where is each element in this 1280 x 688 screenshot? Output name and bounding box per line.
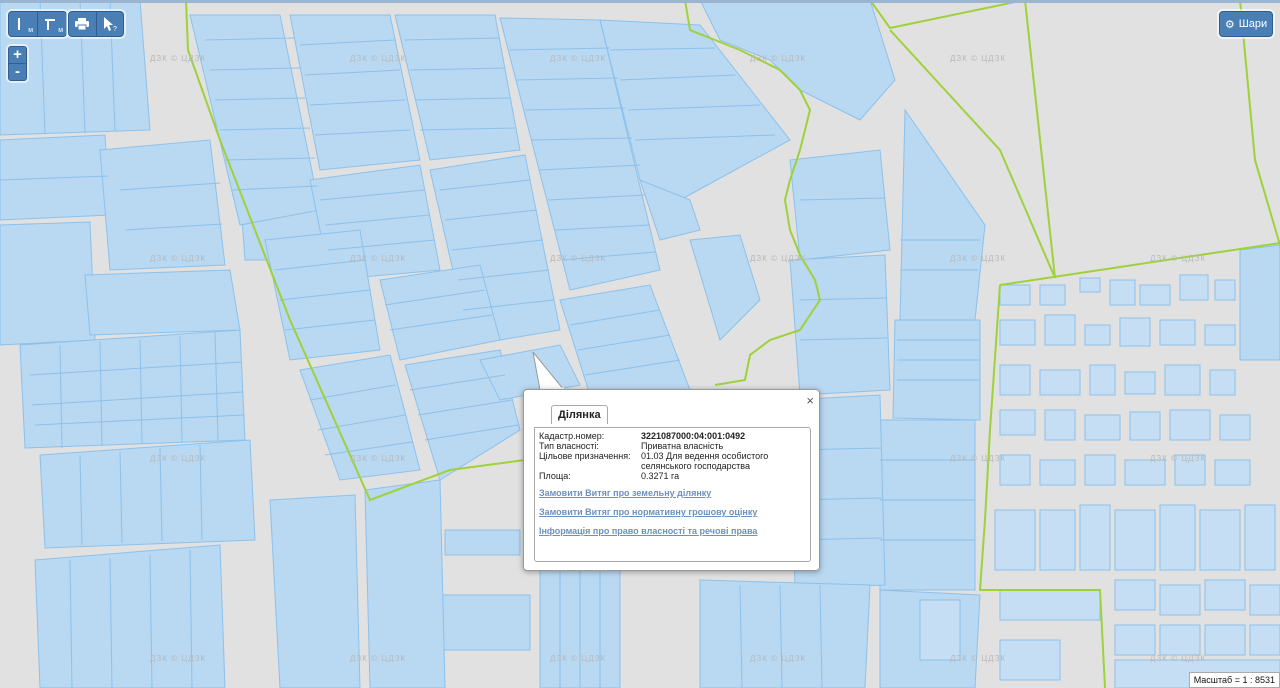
zoom-out-button[interactable]: - [9, 63, 26, 80]
identify-button[interactable]: ? [95, 12, 124, 36]
watermark: ДЗК © ЦДЗК [1150, 654, 1207, 663]
cadastral-number: 3221087000:04:001:0492 [641, 431, 746, 441]
cursor-question-icon: ? [103, 17, 117, 32]
watermark: ДЗК © ЦДЗК [950, 454, 1007, 463]
watermark: ДЗК © ЦДЗК [950, 654, 1007, 663]
measure-area-button[interactable]: м [37, 12, 66, 36]
order-valuation-extract-link[interactable]: Замовити Витяг про нормативну грошову оц… [539, 507, 757, 517]
watermark: ДЗК © ЦДЗК [150, 454, 207, 463]
parcel-info-popup: × Ділянка Кадастр.номер: 3221087000:04:0… [523, 389, 820, 571]
watermark: ДЗК © ЦДЗК [350, 454, 407, 463]
watermark: ДЗК © ЦДЗК [750, 254, 807, 263]
watermark: ДЗК © ЦДЗК [1150, 254, 1207, 263]
measure-distance-button[interactable]: м [9, 12, 37, 36]
watermark: ДЗК © ЦДЗК [1150, 454, 1207, 463]
watermark: ДЗК © ЦДЗК [950, 54, 1007, 63]
watermark: ДЗК © ЦДЗК [950, 254, 1007, 263]
watermark: ДЗК © ЦДЗК [150, 54, 207, 63]
watermark: ДЗК © ЦДЗК [750, 654, 807, 663]
parcel-attributes: Кадастр.номер: 3221087000:04:001:0492 Ти… [539, 431, 801, 481]
top-border [0, 0, 1280, 3]
popup-pointer [532, 352, 566, 391]
watermark: ДЗК © ЦДЗК [150, 254, 207, 263]
watermark: ДЗК © ЦДЗК [350, 254, 407, 263]
parcel-info-panel: Кадастр.номер: 3221087000:04:001:0492 Ти… [534, 427, 811, 562]
svg-text:?: ? [113, 26, 117, 32]
watermark: ДЗК © ЦДЗК [550, 54, 607, 63]
attr-row-area: Площа: 0.3271 га [539, 471, 801, 481]
watermark: ДЗК © ЦДЗК [550, 254, 607, 263]
parcel-area: 0.3271 га [641, 471, 680, 481]
attr-row-cadastral: Кадастр.номер: 3221087000:04:001:0492 [539, 431, 801, 441]
tab-parcel[interactable]: Ділянка [551, 405, 608, 424]
watermark: ДЗК © ЦДЗК [750, 54, 807, 63]
watermark: ДЗК © ЦДЗК [350, 54, 407, 63]
scale-indicator: Масштаб = 1 : 8531 [1188, 672, 1280, 688]
map-canvas[interactable] [0, 0, 1280, 688]
measure-toolbar: м м [8, 11, 67, 37]
ruler-unit-label: м [28, 27, 33, 34]
land-purpose: 01.03 Для ведення особистого селянського… [641, 451, 769, 471]
zoom-control: + - [8, 46, 27, 81]
print-button[interactable] [69, 12, 96, 36]
angle-unit-label: м [58, 27, 63, 34]
attr-key: Цільове призначення: [539, 451, 631, 461]
ownership-type: Приватна власність [641, 441, 724, 451]
watermark: ДЗК © ЦДЗК [350, 654, 407, 663]
attr-key: Кадастр.номер: [539, 431, 605, 441]
layers-button[interactable]: ⚙ Шари [1219, 11, 1273, 37]
tools-toolbar: ? [68, 11, 124, 37]
attr-row-purpose: Цільове призначення: 01.03 Для ведення о… [539, 451, 801, 471]
printer-icon [75, 18, 90, 30]
gear-icon: ⚙ [1224, 18, 1235, 31]
close-icon[interactable]: × [806, 393, 814, 408]
watermark: ДЗК © ЦДЗК [550, 654, 607, 663]
attr-key: Площа: [539, 471, 571, 481]
attr-key: Тип власності: [539, 441, 599, 451]
cadastral-map[interactable]: ДЗК © ЦДЗК ДЗК © ЦДЗК ДЗК © ЦДЗК ДЗК © Ц… [0, 0, 1280, 688]
zoom-in-button[interactable]: + [9, 47, 26, 63]
ownership-rights-info-link[interactable]: Інформація про право власності та речові… [539, 526, 757, 536]
watermark: ДЗК © ЦДЗК [150, 654, 207, 663]
layers-label: Шари [1238, 18, 1268, 30]
order-parcel-extract-link[interactable]: Замовити Витяг про земельну ділянку [539, 488, 711, 498]
attr-row-ownership: Тип власності: Приватна власність [539, 441, 801, 451]
